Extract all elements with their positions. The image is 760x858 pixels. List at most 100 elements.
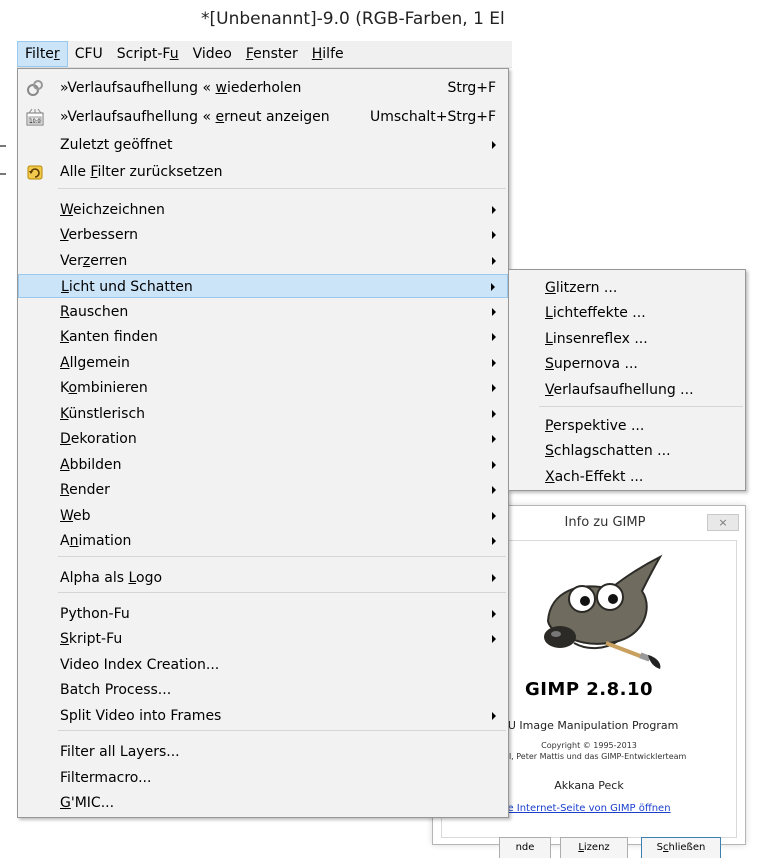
mnemonic-letter: K — [60, 329, 69, 345]
label-text: 'MIC... — [70, 795, 115, 811]
menubar-item-fenster[interactable]: Fenster — [239, 41, 305, 67]
label-text: auschen — [69, 304, 129, 320]
mnemonic-letter: e — [215, 109, 225, 125]
submenu-arrow-icon — [492, 512, 496, 520]
menu-item-verzerren[interactable]: Verzerren — [18, 249, 508, 273]
menu-item-kombinieren[interactable]: Kombinieren — [18, 376, 508, 400]
mnemonic-letter: r — [53, 46, 60, 62]
mnemonic-letter: X — [545, 469, 555, 485]
submenu-arrow-icon — [492, 384, 496, 392]
menu-item-label: Licht und Schatten — [61, 275, 193, 299]
window-title: *[Unbenannt]-9.0 (RGB-Farben, 1 El — [201, 9, 505, 29]
menu-item-licht-und-schatten[interactable]: Licht und Schatten — [18, 274, 508, 298]
menu-item-label: Skript-Fu — [60, 627, 122, 651]
label-text: Filter all Layers... — [60, 744, 180, 760]
menu-item-label: Alpha als Logo — [60, 566, 162, 590]
window-title-bar: *[Unbenannt]-9.0 (RGB-Farben, 1 El — [0, 0, 512, 38]
menu-item-animation[interactable]: Animation — [18, 529, 508, 553]
license-button[interactable]: Lizenz — [560, 837, 628, 858]
label-text: Filtermacro... — [60, 770, 152, 786]
menu-item-label: Python-Fu — [60, 602, 130, 626]
menu-item-allgemein[interactable]: Allgemein — [18, 351, 508, 375]
menu-item-shortcut: Strg+F — [447, 80, 496, 96]
menu-item-split-video-into-frames[interactable]: Split Video into Frames — [18, 704, 508, 728]
mnemonic-letter: G — [545, 280, 556, 296]
dialog-title: Info zu GIMP — [564, 515, 646, 530]
label-text: CFU — [74, 46, 103, 62]
label-text: upernova ... — [553, 356, 638, 372]
menu-item-filter-all-layers[interactable]: Filter all Layers... — [18, 740, 508, 764]
label-text: enster — [253, 46, 298, 62]
light-and-shadow-submenu: Glitzern ... Lichteffekte ... Linsenreflex… — [508, 269, 746, 491]
menubar-item-video[interactable]: Video — [186, 41, 239, 67]
submenu-arrow-icon — [492, 231, 496, 239]
label-text: Zuletzt geöffnet — [60, 137, 173, 153]
mnemonic-letter: W — [60, 508, 74, 524]
background-fragment — [0, 145, 6, 147]
menu-item-video-index-creation[interactable]: Video Index Creation... — [18, 653, 508, 677]
submenu-item-supernova[interactable]: Supernova ... — [509, 352, 745, 377]
menu-item-label: Zuletzt geöffnet — [60, 133, 172, 157]
menu-item-filtermacro[interactable]: Filtermacro... — [18, 766, 508, 790]
menu-item-label: Verzerren — [60, 249, 127, 273]
submenu-item-linsenreflex[interactable]: Linsenreflex ... — [509, 327, 745, 352]
label-text: erspektive ... — [552, 418, 645, 434]
label-text: llgemein — [69, 355, 130, 371]
label-text: ach-Effekt ... — [554, 469, 644, 485]
label-text: anten finden — [68, 329, 158, 345]
label-text: kript-Fu — [68, 631, 123, 647]
label-text: Filte — [25, 46, 54, 62]
menubar-item-script-fu[interactable]: Script-Fu — [110, 41, 186, 67]
menu-item-verlaufsaufhellung-erneut-anzeigen[interactable]: 10:0 »Verlaufsaufhellung « erneut anzeige… — [18, 105, 508, 129]
credits-button[interactable]: nde — [499, 837, 551, 858]
menu-item-alle-filter-zurücksetzen[interactable]: Alle Filter zurücksetzen — [18, 160, 508, 184]
menu-item-web[interactable]: Web — [18, 504, 508, 528]
menu-item-label: Kanten finden — [60, 325, 158, 349]
submenu-item-label: Linsenreflex ... — [545, 327, 648, 352]
menu-item-künstlerisch[interactable]: Künstlerisch — [18, 402, 508, 426]
menu-item-label: G'MIC... — [60, 791, 114, 815]
repeat-filter-icon — [26, 79, 44, 97]
submenu-arrow-icon — [492, 435, 496, 443]
menu-item-skript-fu[interactable]: Skript-Fu — [18, 627, 508, 651]
submenu-item-xach-effekt[interactable]: Xach-Effekt ... — [509, 465, 745, 490]
label-text: Python-Fu — [60, 606, 130, 622]
label-text: »Verlaufsaufhellung « — [60, 80, 216, 96]
submenu-item-perspektive[interactable]: Perspektive ... — [509, 414, 745, 439]
menu-item-abbilden[interactable]: Abbilden — [18, 453, 508, 477]
submenu-arrow-icon — [492, 333, 496, 341]
svg-text:10:0: 10:0 — [29, 119, 40, 125]
close-button[interactable]: Schließen — [641, 837, 721, 858]
mnemonic-letter: L — [545, 305, 553, 321]
menu-item-alpha-als-logo[interactable]: Alpha als Logo — [18, 566, 508, 590]
label-text: eb — [73, 508, 91, 524]
label-text: iederholen — [226, 80, 302, 96]
menubar-item-filter[interactable]: Filter — [17, 41, 68, 67]
submenu-item-verlaufsaufhellung[interactable]: Verlaufsaufhellung ... — [509, 378, 745, 403]
dialog-close-button[interactable]: × — [707, 514, 739, 531]
menu-item-weichzeichnen[interactable]: Weichzeichnen — [18, 198, 508, 222]
menu-item-kanten-finden[interactable]: Kanten finden — [18, 325, 508, 349]
menu-item-verlaufsaufhellung-wiederholen[interactable]: »Verlaufsaufhellung « wiederholen Strg+F — [18, 76, 508, 100]
menu-item-render[interactable]: Render — [18, 478, 508, 502]
label-text: erbessern — [68, 227, 138, 243]
reshow-filter-icon: 10:0 — [26, 108, 44, 126]
mnemonic-letter: W — [60, 202, 74, 218]
menu-item-verbessern[interactable]: Verbessern — [18, 223, 508, 247]
submenu-item-schlagschatten[interactable]: Schlagschatten ... — [509, 439, 745, 464]
menubar-item-cfu[interactable]: CFU — [68, 41, 110, 67]
label-text: ünstlerisch — [68, 406, 146, 422]
menu-item-rauschen[interactable]: Rauschen — [18, 300, 508, 324]
menu-item-label: Video Index Creation... — [60, 653, 219, 677]
submenu-item-lichteffekte[interactable]: Lichteffekte ... — [509, 301, 745, 326]
menubar-item-hilfe[interactable]: Hilfe — [305, 41, 351, 67]
menu-item-label: Animation — [60, 529, 131, 553]
menu-item-dekoration[interactable]: Dekoration — [18, 427, 508, 451]
submenu-item-label: Lichteffekte ... — [545, 301, 646, 326]
menu-item-batch-process[interactable]: Batch Process... — [18, 678, 508, 702]
submenu-item-glitzern[interactable]: Glitzern ... — [509, 276, 745, 301]
menu-item-python-fu[interactable]: Python-Fu — [18, 602, 508, 626]
menu-item-zuletzt-geöffnet[interactable]: Zuletzt geöffnet — [18, 133, 508, 157]
label-text: ekoration — [70, 431, 137, 447]
menu-item-gmic[interactable]: G'MIC... — [18, 791, 508, 815]
